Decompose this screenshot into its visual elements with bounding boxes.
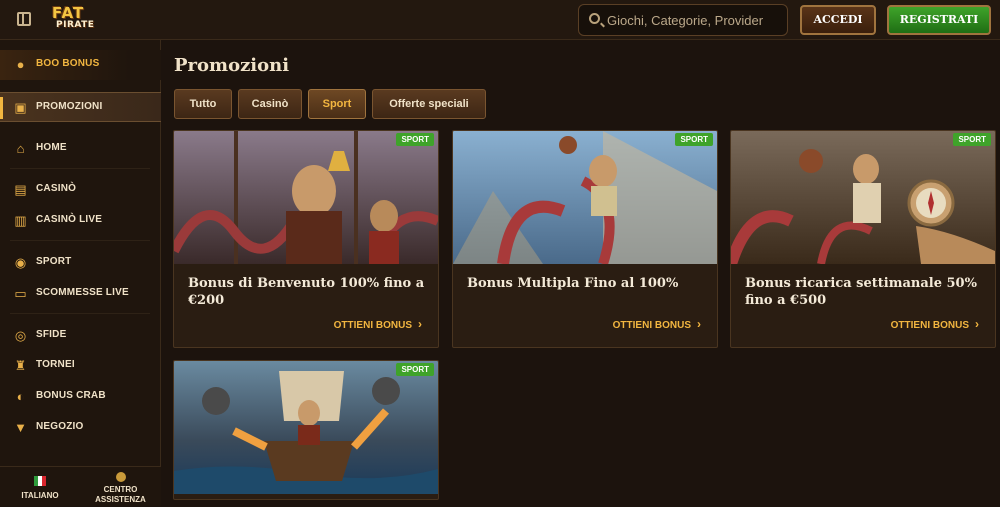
sidebar-item-sfide[interactable]: ◎ SFIDE	[0, 321, 161, 351]
search-box[interactable]	[578, 4, 788, 36]
promo-card[interactable]: SPORT Bonus Multipla Fino al 100% OTTIEN…	[452, 130, 718, 348]
slot-machine-icon: ▤	[14, 182, 27, 197]
sidebar-item-label: CASINÒ LIVE	[36, 214, 103, 225]
language-selector[interactable]: ITALIANO	[0, 467, 80, 507]
sidebar-item-label: SCOMMESSE LIVE	[36, 287, 129, 298]
divider	[10, 168, 150, 169]
get-bonus-link[interactable]: OTTIENI BONUS ›	[334, 317, 422, 331]
sport-badge: SPORT	[675, 133, 713, 146]
promo-title: Bonus di Benvenuto 100% fino a €200	[188, 276, 425, 308]
italy-flag-icon	[34, 476, 46, 486]
sidebar-item-casino-live[interactable]: ▥ CASINÒ LIVE	[0, 206, 161, 236]
sidebar: ● BOO BONUS ▣ PROMOZIONI ⌂ HOME ▤ CASINÒ…	[0, 40, 161, 506]
sidebar-item-label: CASINÒ	[36, 183, 77, 194]
promo-card[interactable]: SPORT Bonus di Benvenuto 100% fino a €20…	[173, 130, 439, 348]
promo-title: Bonus ricarica settimanale 50% fino a €5…	[745, 276, 977, 308]
language-label: ITALIANO	[21, 491, 59, 500]
promo-title: Bonus Multipla Fino al 100%	[467, 276, 679, 291]
support-icon	[116, 472, 126, 482]
get-bonus-link[interactable]: OTTIENI BONUS ›	[891, 317, 979, 331]
promo-image-pirate-kick	[453, 131, 717, 264]
promo-card[interactable]: SPORT Bonus ricarica settimanale 50% fin…	[730, 130, 996, 348]
soccer-ball-icon: ◉	[14, 255, 27, 270]
sidebar-item-boo-bonus[interactable]: ● BOO BONUS	[0, 50, 161, 80]
support-center-button[interactable]: CENTRO ASSISTENZA	[80, 467, 161, 507]
sidebar-item-tornei[interactable]: ♜ TORNEI	[0, 351, 161, 381]
sidebar-item-label: PROMOZIONI	[36, 101, 103, 112]
register-button[interactable]: REGISTRATI	[887, 5, 991, 35]
sidebar-item-promozioni[interactable]: ▣ PROMOZIONI	[0, 92, 161, 122]
page-title: Promozioni	[174, 55, 290, 76]
chevron-right-icon: ›	[975, 317, 979, 331]
divider	[10, 240, 150, 241]
search-icon	[589, 13, 600, 24]
live-icon: ▭	[14, 286, 27, 301]
chevron-right-icon: ›	[697, 317, 701, 331]
sidebar-item-home[interactable]: ⌂ HOME	[0, 134, 161, 164]
tab-offerte-speciali[interactable]: Offerte speciali	[372, 89, 486, 119]
crab-icon: ◐	[16, 389, 25, 404]
promo-image-pirate-compass	[731, 131, 995, 264]
login-button[interactable]: ACCEDI	[800, 5, 876, 35]
top-bar: FAT PIRATE ACCEDI REGISTRATI	[0, 0, 1000, 40]
sidebar-item-label: SFIDE	[36, 329, 67, 340]
sidebar-item-label: TORNEI	[36, 359, 75, 370]
sidebar-item-sport[interactable]: ◉ SPORT	[0, 248, 161, 278]
sidebar-item-negozio[interactable]: ▼ NEGOZIO	[0, 413, 161, 443]
sidebar-item-label: HOME	[36, 142, 67, 153]
sidebar-item-scommesse-live[interactable]: ▭ SCOMMESSE LIVE	[0, 279, 161, 309]
sport-badge: SPORT	[396, 363, 434, 376]
sidebar-item-label: NEGOZIO	[36, 421, 84, 432]
logo-text-pirate: PIRATE	[56, 20, 95, 30]
sport-badge: SPORT	[396, 133, 434, 146]
sidebar-toggle-icon[interactable]	[17, 12, 31, 26]
get-bonus-link[interactable]: OTTIENI BONUS ›	[613, 317, 701, 331]
promo-card[interactable]: SPORT	[173, 360, 439, 500]
sidebar-item-label: SPORT	[36, 256, 72, 267]
tab-tutto[interactable]: Tutto	[174, 89, 232, 119]
tab-casino[interactable]: Casinò	[238, 89, 302, 119]
cards-icon: ▥	[14, 213, 27, 228]
target-icon: ◎	[14, 328, 27, 343]
home-icon: ⌂	[16, 141, 25, 156]
main-content: Promozioni Tutto Casinò Sport Offerte sp…	[162, 41, 1000, 506]
divider	[10, 313, 150, 314]
chevron-right-icon: ›	[418, 317, 422, 331]
sidebar-footer: ITALIANO CENTRO ASSISTENZA	[0, 466, 161, 506]
support-label: CENTRO ASSISTENZA	[95, 485, 146, 504]
promo-image-pirate-trophy	[174, 131, 438, 264]
shop-icon: ▼	[14, 420, 27, 435]
search-input[interactable]	[607, 11, 782, 29]
logo[interactable]: FAT PIRATE	[48, 4, 104, 32]
promo-image-pirate-ship-cannons	[174, 361, 438, 494]
sidebar-item-casino[interactable]: ▤ CASINÒ	[0, 175, 161, 205]
sidebar-item-label: BOO BONUS	[36, 58, 100, 69]
trophy-icon: ♜	[14, 358, 27, 373]
pumpkin-icon: ●	[16, 57, 25, 72]
sidebar-item-bonus-crab[interactable]: ◐ BONUS CRAB	[0, 382, 161, 412]
treasure-chest-icon: ▣	[14, 100, 27, 115]
sidebar-item-label: BONUS CRAB	[36, 390, 106, 401]
sport-badge: SPORT	[953, 133, 991, 146]
tab-sport[interactable]: Sport	[308, 89, 366, 119]
